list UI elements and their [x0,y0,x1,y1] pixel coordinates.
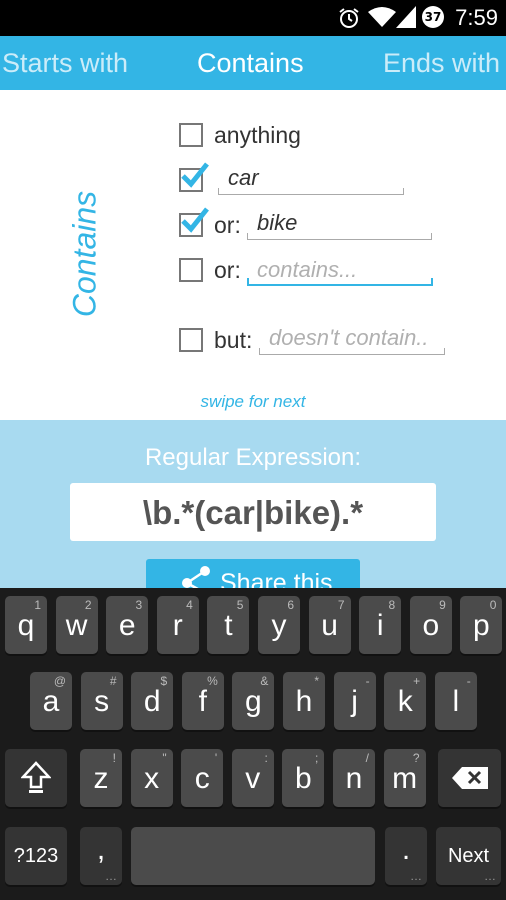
key-label: b [295,762,312,795]
regex-output[interactable]: \b.*(car|bike).* [70,483,436,541]
section-title: Contains [66,190,103,318]
key-p[interactable]: 0p [460,596,503,654]
more-dots: … [410,869,422,883]
next-key[interactable]: Next … [436,827,501,885]
checkmark-icon [181,207,209,233]
term2-checkbox[interactable] [179,207,209,237]
comma-key-label: , [96,833,106,866]
term2-input[interactable]: bike [247,210,432,240]
key-w[interactable]: 2w [55,596,98,654]
anything-checkbox[interactable] [179,123,203,147]
key-label: o [422,609,440,642]
term3-input[interactable]: contains... [247,255,433,286]
tab-ends-with[interactable]: Ends with [383,36,500,90]
backspace-icon [452,767,488,789]
status-bar: 37 7:59 [0,0,506,36]
space-key[interactable] [131,827,375,885]
key-h[interactable]: * h [283,672,325,730]
swipe-hint: swipe for next [200,392,306,411]
key-j[interactable]: -j [333,672,376,730]
key-label: g [245,685,262,718]
key-m[interactable]: ? m [383,749,426,807]
period-key-label: . [401,833,411,866]
anything-label: anything [214,122,301,148]
exclude-input[interactable]: doesn't contain.. [259,325,445,355]
key-label: q [17,609,35,642]
key-i[interactable]: 8i [359,596,402,654]
shift-icon [21,761,51,793]
key-k[interactable]: + k [384,672,427,730]
next-key-label: Next [447,845,490,867]
key-t[interactable]: 5t [207,596,250,654]
term1-input[interactable]: car [218,165,404,195]
key-label: x [144,762,160,795]
key-v[interactable]: :v [231,749,274,807]
key-label: v [245,762,261,795]
key-u[interactable]: 7u [308,596,351,654]
key-q[interactable]: 1q [5,596,47,654]
key-label: n [345,762,363,795]
key-c[interactable]: ' c [181,749,224,807]
or-label: or: [214,257,241,283]
key-o[interactable]: 9o [409,596,452,654]
key-label: u [321,609,338,642]
key-label: e [118,609,136,642]
more-dots: … [105,869,117,883]
key-label: a [42,685,60,718]
battery-icon: 37 [422,6,444,28]
key-e[interactable]: 3e [106,596,149,654]
exclude-checkbox[interactable] [179,328,203,352]
key-label: y [271,609,287,642]
key-label: m [392,762,418,795]
regex-title: Regular Expression: [144,444,362,471]
key-label: j [351,685,358,718]
keyboard: 1q2w3e4r5t6y7u8i9o0p @ a # s $ d% f & g * h - j + k - l … [0,588,506,900]
key-d[interactable]: $ d [131,672,174,730]
key-r[interactable]: 4r [156,596,199,654]
more-dots: … [484,869,496,883]
key-f[interactable]: % f [181,672,224,730]
key-b[interactable]: ; b [282,749,325,807]
comma-key[interactable]: , … [80,827,122,885]
but-label: but: [214,327,253,353]
term1-checkbox[interactable] [179,162,209,192]
key-n[interactable]: / n [333,749,375,807]
key-x[interactable]: " x [130,749,173,807]
checkmark-icon [181,162,209,188]
key-label: p [473,609,490,642]
key-z[interactable]: ! z [80,749,122,807]
key-a[interactable]: @ a [30,672,72,730]
key-label: w [65,609,88,642]
tab-contains[interactable]: Contains [197,36,304,90]
clock: 7:59 [455,5,498,30]
key-label: i [376,609,384,642]
tab-bar: Starts with Contains Ends with [0,36,506,90]
key-label: k [397,685,413,718]
key-l[interactable]: -l [434,672,477,730]
key-label: s [94,685,110,718]
key-g[interactable]: & g [232,672,275,730]
key-label: h [295,685,313,718]
shift-key[interactable] [5,749,67,807]
key-label: c [194,762,210,795]
key-label: f [198,685,207,718]
symbols-key-label: ?123 [13,845,59,867]
key-label: t [224,609,233,642]
symbols-key[interactable]: ?123 [5,827,67,885]
signal-icon [396,6,416,28]
key-s[interactable]: # s [80,672,123,730]
key-y[interactable]: 6y [258,596,300,654]
period-key[interactable]: . … [385,827,427,885]
backspace-key[interactable] [438,749,501,807]
key-label: l [452,685,460,718]
term3-checkbox[interactable] [179,258,203,282]
tab-starts-with[interactable]: Starts with [2,36,128,90]
alarm-icon [339,8,359,28]
or-label: or: [214,212,241,238]
key-label: z [93,762,109,795]
wifi-icon [368,7,396,27]
key-label: d [143,685,161,718]
key-label: r [172,609,183,642]
